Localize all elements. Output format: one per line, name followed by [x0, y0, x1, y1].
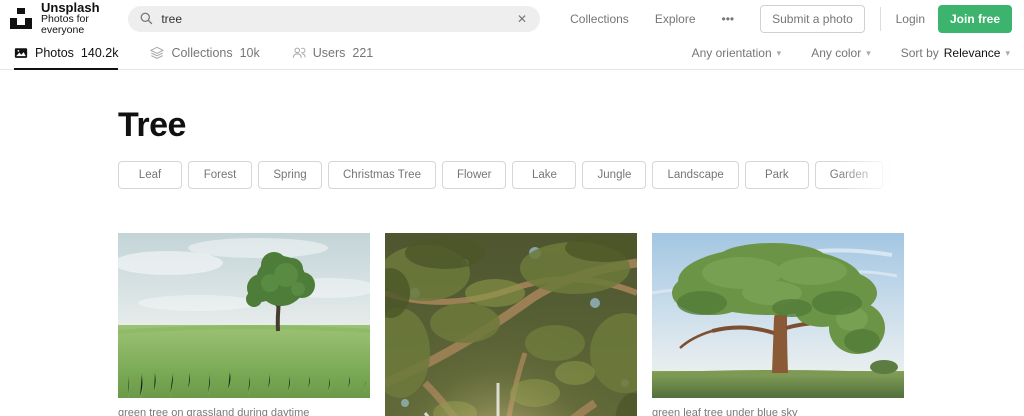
- login-link[interactable]: Login: [896, 12, 925, 26]
- users-icon: [292, 46, 306, 60]
- search-bar[interactable]: ✕: [128, 6, 540, 32]
- photo-column: green leaf tree under blue sky: [652, 233, 904, 416]
- chip-jungle[interactable]: Jungle: [582, 161, 646, 189]
- search-icon: [140, 12, 153, 25]
- chip-landscape[interactable]: Landscape: [652, 161, 738, 189]
- color-label: Any color: [811, 46, 861, 60]
- results-tab-bar: Photos 140.2k Collections 10k Users 221 …: [0, 37, 1024, 70]
- photo-caption: green leaf tree under blue sky: [652, 407, 904, 416]
- photo-caption: green tree on grassland during daytime: [118, 407, 370, 416]
- clear-search-icon[interactable]: ✕: [514, 12, 530, 26]
- header: Unsplash Photos for everyone ✕ Collectio…: [0, 0, 1024, 37]
- color-dropdown[interactable]: Any color ▾: [811, 46, 871, 60]
- chip-wood[interactable]: Wood: [889, 161, 905, 189]
- sort-value: Relevance: [944, 46, 1001, 60]
- header-nav: Collections Explore •••: [570, 12, 734, 26]
- tab-users[interactable]: Users 221: [292, 37, 374, 69]
- chip-christmas-tree[interactable]: Christmas Tree: [328, 161, 436, 189]
- photo-column: [385, 233, 637, 416]
- unsplash-logo-icon[interactable]: [10, 8, 32, 30]
- related-searches: Leaf Forest Spring Christmas Tree Flower…: [118, 161, 905, 189]
- brand-name: Unsplash: [41, 1, 115, 15]
- sort-prefix: Sort by: [901, 46, 939, 60]
- chip-park[interactable]: Park: [745, 161, 809, 189]
- chip-garden[interactable]: Garden: [815, 161, 883, 189]
- search-input[interactable]: [161, 12, 514, 26]
- photo-tree-blue-sky[interactable]: [652, 233, 904, 398]
- photo-icon: [14, 46, 28, 60]
- tab-photos[interactable]: Photos 140.2k: [14, 37, 118, 69]
- nav-collections[interactable]: Collections: [570, 12, 629, 26]
- brand-tagline: Photos for everyone: [41, 14, 115, 36]
- tab-collections[interactable]: Collections 10k: [150, 37, 259, 69]
- sort-dropdown[interactable]: Sort by Relevance ▾: [901, 46, 1010, 60]
- orientation-label: Any orientation: [692, 46, 772, 60]
- tab-label: Collections: [171, 46, 232, 60]
- more-menu-icon[interactable]: •••: [722, 12, 735, 26]
- photo-grid: green tree on grassland during daytime: [118, 233, 905, 416]
- chevron-down-icon: ▾: [1005, 48, 1010, 59]
- chip-spring[interactable]: Spring: [258, 161, 322, 189]
- chevron-down-icon: ▾: [777, 48, 782, 59]
- nav-explore[interactable]: Explore: [655, 12, 696, 26]
- orientation-dropdown[interactable]: Any orientation ▾: [692, 46, 782, 60]
- chip-flower[interactable]: Flower: [442, 161, 507, 189]
- photo-green-tree-grassland[interactable]: [118, 233, 370, 398]
- filter-bar: Any orientation ▾ Any color ▾ Sort by Re…: [692, 37, 1010, 69]
- tab-count: 140.2k: [81, 46, 119, 60]
- collections-icon: [150, 46, 164, 60]
- submit-photo-button[interactable]: Submit a photo: [760, 5, 865, 33]
- page-title: Tree: [118, 106, 905, 145]
- header-divider: [880, 7, 881, 31]
- photo-sunburst-canopy[interactable]: [385, 233, 637, 416]
- tab-label: Users: [313, 46, 346, 60]
- brand-block[interactable]: Unsplash Photos for everyone: [41, 1, 115, 37]
- chevron-down-icon: ▾: [866, 48, 871, 59]
- tab-count: 221: [352, 46, 373, 60]
- main-content: Tree Leaf Forest Spring Christmas Tree F…: [118, 106, 905, 416]
- chip-leaf[interactable]: Leaf: [118, 161, 182, 189]
- tab-label: Photos: [35, 46, 74, 60]
- chip-lake[interactable]: Lake: [512, 161, 576, 189]
- chip-forest[interactable]: Forest: [188, 161, 252, 189]
- join-free-button[interactable]: Join free: [938, 5, 1012, 33]
- photo-column: green tree on grassland during daytime: [118, 233, 370, 416]
- tab-count: 10k: [240, 46, 260, 60]
